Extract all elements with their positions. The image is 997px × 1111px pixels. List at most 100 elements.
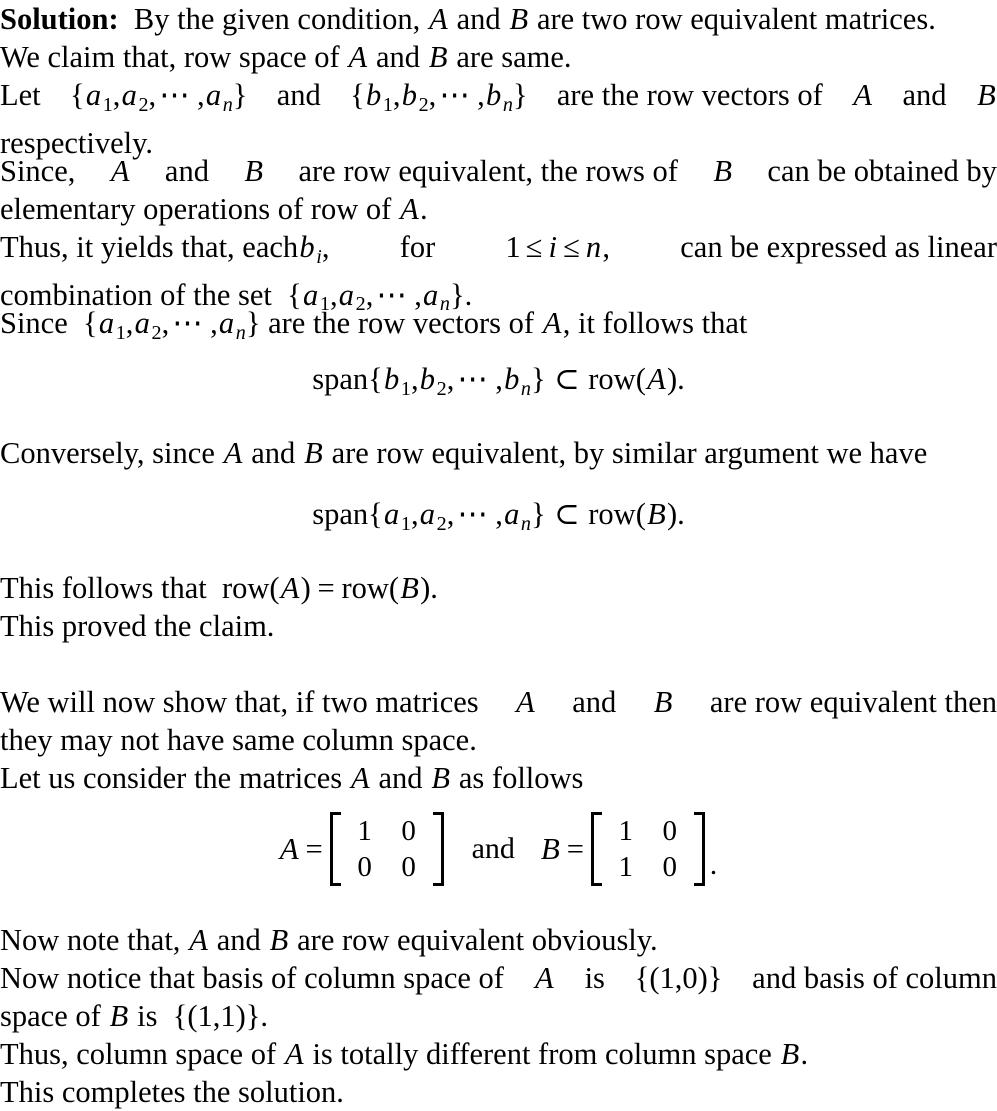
var-a2: a [419,497,436,531]
less-equal-icon: ≤ [525,230,543,264]
row-operator: row [221,571,270,605]
comma: , [410,497,419,531]
conversely-tail: are row equivalent, by similar argument … [331,436,928,470]
var-A-label: A [279,831,299,866]
now-note-head: Now note that, [0,923,181,957]
var-A: A [348,40,368,74]
claim-text-a: We claim that, row space of [0,40,340,74]
var-B: B [977,78,996,112]
paren-open: ( [635,362,646,396]
matrix-cell: 1 [618,851,634,883]
var-B-2: B [713,154,732,188]
intro-text-b: and [456,2,501,36]
equals-icon: = [566,831,584,866]
sub-1: 1 [102,93,113,116]
column-space-intro-line-2: they may not have same column space. [0,723,477,757]
matrix-cell: 1 [618,815,634,847]
comma: , [495,362,503,396]
now-note-tail: are row equivalent obviously. [297,923,658,957]
sub-2: 2 [418,93,429,116]
we-will-show-tail: are row equivalent then [709,685,997,719]
paren-close: ) [666,497,678,531]
matrix-A-definition: A = 1 0 0 0 [280,812,446,886]
thus-yields-head: Thus, it yields that, each [0,230,299,264]
this-follows-head: This follows that [0,571,207,605]
period: . [800,1037,809,1071]
var-n: n [585,230,602,264]
paragraph-row-vectors: Let {a1,a2,⋯,an} and {b1,b2,⋯,bn} are th… [0,76,997,162]
var-B: B [269,923,289,957]
var-A: A [280,571,300,605]
comma: , [148,78,157,112]
bracket-right-icon [432,812,444,886]
sub-n: n [520,512,531,535]
num-one: 1 [505,230,521,264]
comma: , [321,230,330,264]
var-B: B [431,761,451,795]
var-b2: b [419,362,436,396]
var-B: B [244,154,264,188]
var-bn: b [504,362,520,396]
var-B: B [109,999,129,1033]
thus-different-mid: is totally different from column space [312,1037,772,1071]
paragraph-now-note: Now note that, A and B are row equivalen… [0,921,997,959]
basis-set-B: {(1,1)} [172,999,261,1033]
and-word: and [572,685,617,719]
document-page: Solution: By the given condition, A and … [0,0,997,1109]
set-a-open: { [69,78,85,112]
paren-open: ( [635,497,646,531]
set-open: { [83,306,98,340]
sub-n: n [520,377,531,400]
set-close: } [245,306,261,340]
matrix-cell: 1 [357,815,372,847]
subset-icon: ⊂ [554,362,580,396]
matrix-row: 0 0 [343,849,431,885]
row-operator: row [588,497,636,531]
comma: , [477,78,485,112]
since-word: Since [0,306,68,340]
matrix-cell: 0 [662,851,678,883]
paragraph-solution-intro: Solution: By the given condition, A and … [0,0,997,38]
var-a1: a [384,497,400,531]
var-B: B [400,571,419,605]
var-B: B [653,685,673,719]
matrix-cell: 0 [401,815,416,847]
basis-head: Now notice that basis of column space of [0,961,504,995]
var-an: a [205,78,222,112]
basis-set-A: {(1,0)} [634,961,723,995]
and-word: and [378,761,423,795]
row-operator: row [588,362,636,396]
equation-span-a-subset-rowB: span{a1,a2,⋯,an} ⊂ row(B). [0,497,997,536]
sub-2: 2 [138,93,149,116]
row-operator: row [341,571,389,605]
cdots-icon: ⋯ [457,497,493,531]
and-word: and [251,436,296,470]
var-B: B [428,40,448,74]
linear-combination-tail: can be expressed as linear [680,230,997,264]
matrix-cell: 0 [401,851,416,883]
var-A: A [189,923,208,957]
sub-1: 1 [400,512,411,535]
cdots-icon: ⋯ [159,78,194,112]
paragraph-conversely: Conversely, since A and B are row equiva… [0,434,997,472]
equals-icon: = [305,831,323,866]
sub-1: 1 [382,93,393,116]
for-word: for [399,230,436,264]
sub-2: 2 [151,321,162,344]
row-equivalent-mid: are row equivalent, the rows of [298,154,678,188]
paragraph-thus-different: Thus, column space of A is totally diffe… [0,1035,997,1073]
sub-n: n [502,93,513,116]
comma: , [392,78,401,112]
set-b-close: } [512,78,528,112]
paragraph-completes-solution: This completes the solution. [0,1075,344,1109]
var-an: a [504,497,520,531]
and-word: and [216,923,261,957]
paragraph-column-space-intro: We will now show that, if two matrices A… [0,683,997,759]
equals-icon: = [317,571,335,605]
set-a-close: } [232,78,248,112]
row-equivalent-line-1: Since, A and B are row equivalent, the r… [0,152,997,190]
set-close: } [530,362,546,396]
period: . [709,848,718,881]
equation-matrix-definitions: A = 1 0 0 0 and B = 1 0 1 0 . [0,812,997,886]
matrix-cell: 0 [357,851,372,883]
